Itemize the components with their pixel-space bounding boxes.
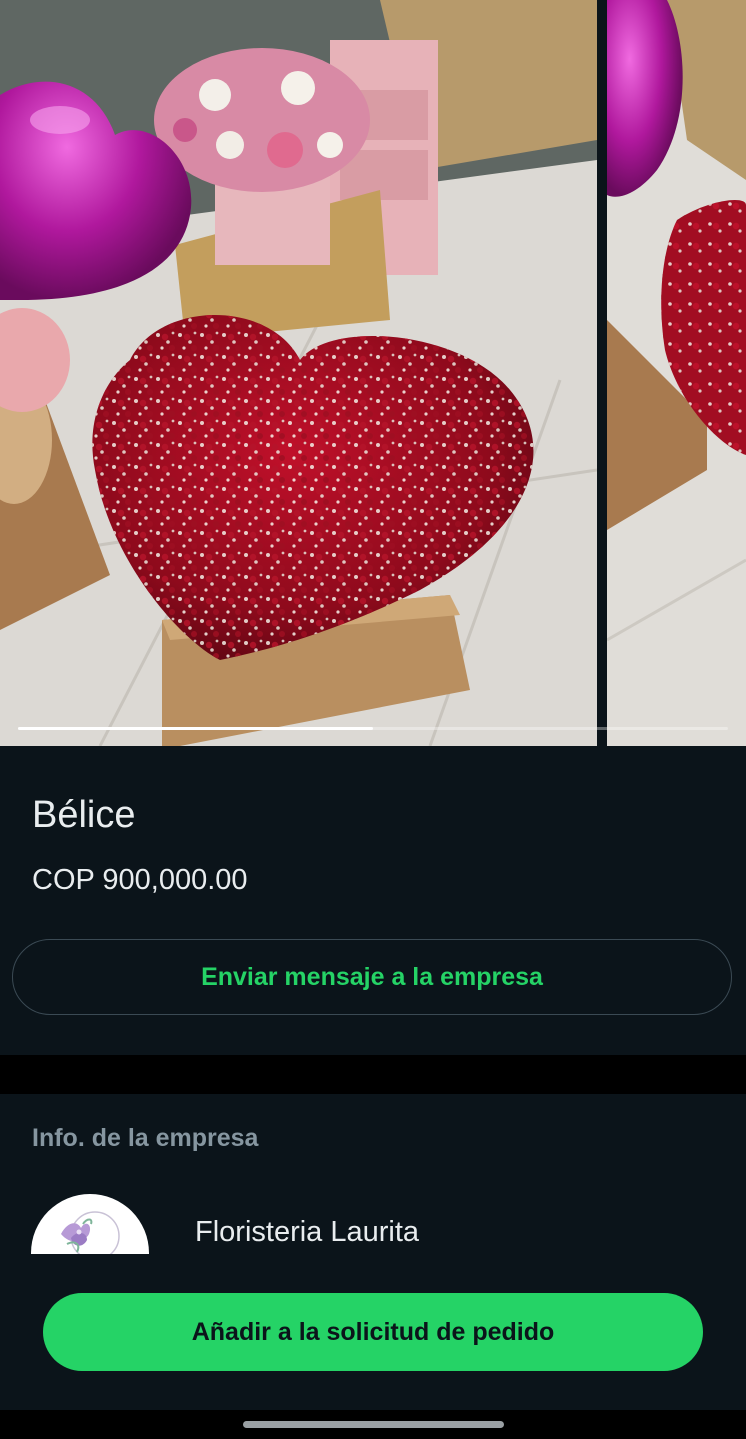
product-image-carousel[interactable] — [0, 0, 746, 746]
carousel-progress-indicator — [18, 727, 373, 730]
business-name[interactable]: Floristeria Laurita — [195, 1216, 419, 1249]
business-info-section: Info. de la empresa Floristeria Laurita — [0, 1094, 746, 1439]
add-to-order-request-button[interactable]: Añadir a la solicitud de pedido — [43, 1293, 703, 1371]
business-info-heading: Info. de la empresa — [32, 1124, 259, 1152]
product-price: COP 900,000.00 — [32, 864, 248, 896]
message-business-button[interactable]: Enviar mensaje a la empresa — [12, 939, 732, 1015]
rose-arrangement-alternate-photo — [607, 0, 746, 746]
business-avatar[interactable] — [31, 1194, 149, 1254]
section-divider — [0, 1055, 746, 1094]
product-image-1[interactable] — [0, 0, 597, 746]
carousel-progress-track — [18, 727, 728, 730]
product-image-2[interactable] — [607, 0, 746, 746]
product-title: Bélice — [32, 794, 136, 836]
home-indicator[interactable] — [243, 1421, 504, 1428]
floral-logo-icon — [61, 1211, 120, 1254]
carousel-gap — [597, 0, 607, 746]
product-info-section: Bélice COP 900,000.00 Enviar mensaje a l… — [0, 746, 746, 1055]
heart-rose-arrangement-photo — [0, 0, 597, 746]
